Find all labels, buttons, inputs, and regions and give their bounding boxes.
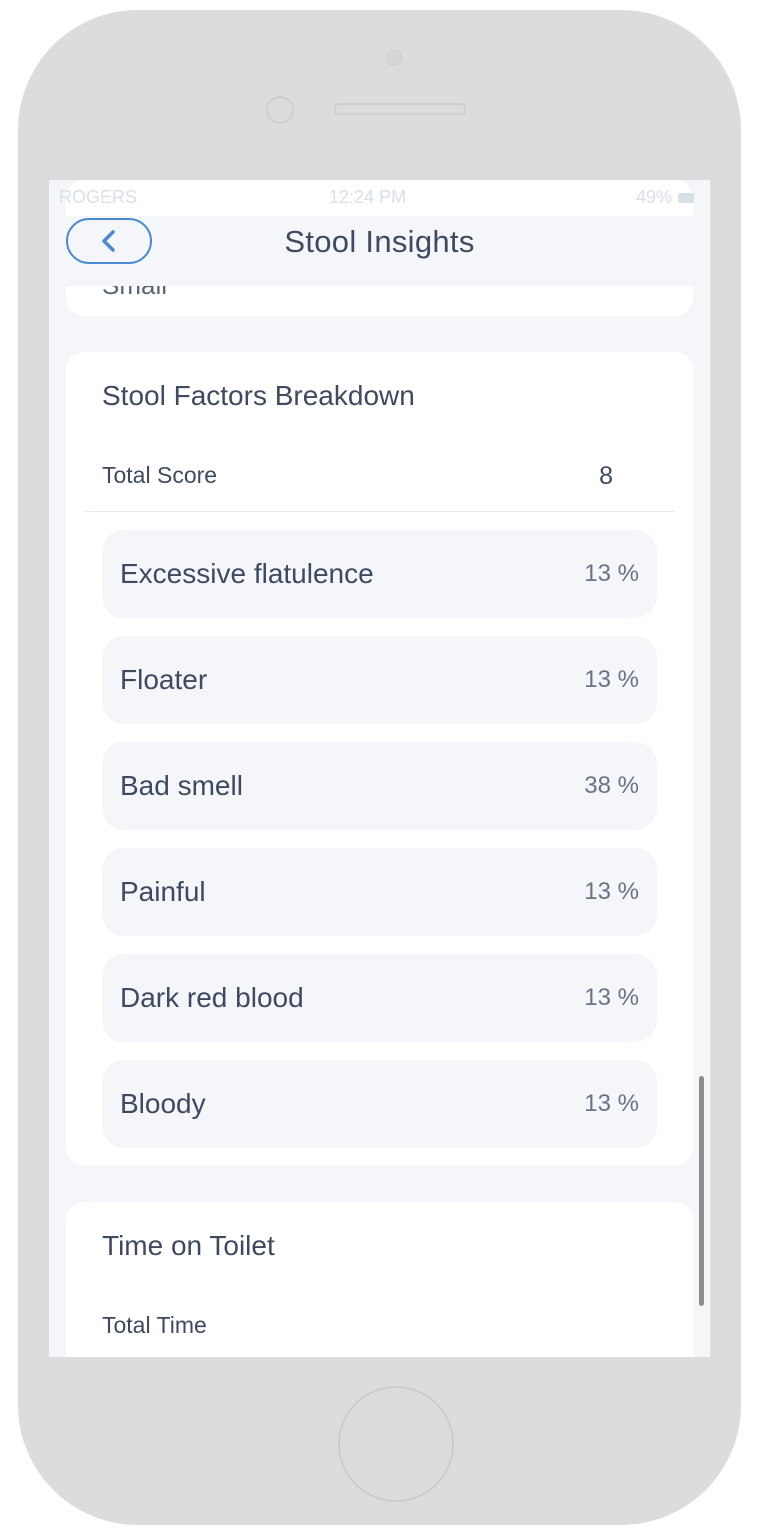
factor-row: Dark red blood 13 % — [102, 954, 657, 1042]
factor-label: Painful — [120, 876, 206, 907]
factor-label: Floater — [120, 664, 208, 695]
navigation-bar: Stool Insights — [49, 216, 710, 286]
earpiece-speaker — [334, 103, 466, 115]
factor-label: Bloody — [120, 1088, 206, 1119]
factor-row: Bloody 13 % — [102, 1060, 657, 1148]
divider — [84, 511, 675, 512]
factor-percent: 13 % — [584, 984, 639, 1011]
factor-label: Dark red blood — [120, 982, 304, 1013]
status-bar: ROGERS 12:24 PM 49% — [49, 180, 710, 216]
total-score-label: Total Score — [102, 462, 218, 488]
factor-row: Painful 13 % — [102, 848, 657, 936]
factor-percent: 13 % — [584, 666, 639, 693]
time-on-toilet-card: Time on Toilet Total Time — [66, 1202, 693, 1357]
factor-percent: 13 % — [584, 560, 639, 587]
time-on-toilet-title: Time on Toilet — [102, 1230, 275, 1261]
breakdown-title: Stool Factors Breakdown — [102, 380, 415, 411]
factor-row: Bad smell 38 % — [102, 742, 657, 830]
factor-label: Excessive flatulence — [120, 558, 374, 589]
total-score-value: 8 — [599, 462, 613, 490]
factor-row: Excessive flatulence 13 % — [102, 530, 657, 618]
factor-label: Bad smell — [120, 770, 243, 801]
page-title: Stool Insights — [284, 224, 475, 259]
factor-row: Floater 13 % — [102, 636, 657, 724]
stool-factors-card: Stool Factors Breakdown Total Score 8 Ex… — [66, 352, 693, 1165]
home-button[interactable] — [338, 1386, 454, 1502]
factor-percent: 13 % — [584, 878, 639, 905]
carrier-label: ROGERS — [59, 187, 138, 207]
scrollbar[interactable] — [699, 1076, 704, 1306]
battery-percent: 49% — [635, 187, 672, 207]
battery-icon — [678, 193, 694, 204]
front-camera — [386, 50, 402, 66]
factor-percent: 13 % — [584, 1090, 639, 1117]
app-screen: Small ROGERS 12:24 PM 49% Stool Insights… — [49, 180, 710, 1357]
proximity-sensor — [266, 96, 294, 124]
total-time-label: Total Time — [102, 1312, 207, 1338]
factor-percent: 38 % — [584, 772, 639, 799]
battery-status: 49% — [636, 187, 694, 208]
status-time: 12:24 PM — [329, 187, 407, 207]
